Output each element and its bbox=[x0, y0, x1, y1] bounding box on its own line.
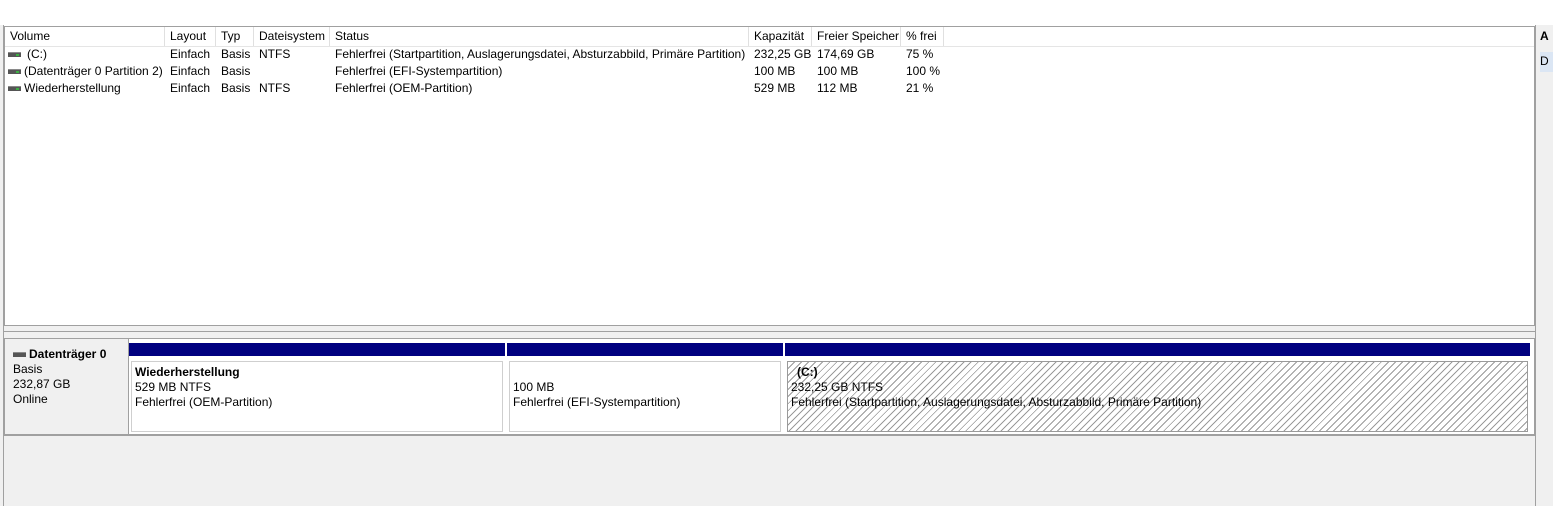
volume-icon bbox=[8, 52, 21, 57]
column-header-kapazitaet[interactable]: Kapazität bbox=[749, 27, 812, 46]
volume-layout: Einfach bbox=[170, 64, 211, 78]
volume-list[interactable]: Volume Layout Typ Dateisystem Status Kap… bbox=[4, 26, 1535, 326]
volume-status: Fehlerfrei (Startpartition, Auslagerungs… bbox=[335, 47, 746, 61]
partition-c-hatched: (C:) 232,25 GB NTFS Fehlerfrei (Startpar… bbox=[787, 361, 1528, 432]
partition-area: Wiederherstellung 529 MB NTFS Fehlerfrei… bbox=[128, 338, 1535, 435]
column-header-status[interactable]: Status bbox=[330, 27, 749, 46]
partition-name: Wiederherstellung bbox=[135, 365, 240, 379]
volume-freier-speicher: 100 MB bbox=[817, 64, 859, 78]
volume-kapazitaet: 100 MB bbox=[754, 64, 796, 78]
column-header-volume[interactable]: Volume bbox=[5, 27, 165, 46]
partition-bar bbox=[507, 343, 783, 356]
graph-divider bbox=[4, 435, 1535, 438]
volume-icon bbox=[8, 69, 21, 74]
disk-icon bbox=[13, 352, 26, 357]
volume-typ: Basis bbox=[221, 64, 251, 78]
partition-recovery[interactable]: Wiederherstellung 529 MB NTFS Fehlerfrei… bbox=[129, 343, 505, 432]
volume-status: Fehlerfrei (EFI-Systempartition) bbox=[335, 64, 503, 78]
partition-name bbox=[513, 365, 780, 380]
partition-size: 232,25 GB NTFS bbox=[791, 380, 884, 394]
volume-typ: Basis bbox=[221, 47, 251, 61]
disk-info-panel[interactable]: Datenträger 0 Basis 232,87 GB Online bbox=[4, 338, 128, 435]
volume-layout: Einfach bbox=[170, 47, 211, 61]
volume-name: Wiederherstellung bbox=[24, 81, 121, 95]
partition-status: Fehlerfrei (Startpartition, Auslagerungs… bbox=[791, 395, 1202, 409]
table-row[interactable]: (C:) Einfach Basis NTFS Fehlerfrei (Star… bbox=[5, 46, 1534, 63]
disk-graph-pane: Datenträger 0 Basis 232,87 GB Online Wie… bbox=[4, 332, 1535, 506]
volume-typ: Basis bbox=[221, 81, 251, 95]
column-header-layout[interactable]: Layout bbox=[165, 27, 216, 46]
volume-freier-speicher: 112 MB bbox=[817, 81, 858, 95]
column-header-prozent-frei[interactable]: % frei bbox=[901, 27, 944, 46]
partition-name: (C:) bbox=[797, 365, 818, 379]
partition-bar bbox=[129, 343, 505, 356]
volume-layout: Einfach bbox=[170, 81, 211, 95]
volume-kapazitaet: 529 MB bbox=[754, 81, 796, 95]
disk-state: Online bbox=[13, 392, 48, 406]
volume-prozent-frei: 100 % bbox=[906, 64, 941, 78]
partition-bar bbox=[785, 343, 1530, 356]
partition-size: 100 MB bbox=[513, 380, 555, 394]
disk-name: Datenträger 0 bbox=[29, 347, 107, 361]
volume-freier-speicher: 174,69 GB bbox=[817, 47, 875, 61]
actions-item[interactable]: D bbox=[1540, 52, 1553, 72]
partition-efi[interactable]: 100 MB Fehlerfrei (EFI-Systempartition) bbox=[507, 343, 783, 432]
volume-prozent-frei: 21 % bbox=[906, 81, 934, 95]
partition-status: Fehlerfrei (OEM-Partition) bbox=[135, 395, 273, 409]
volume-prozent-frei: 75 % bbox=[906, 47, 934, 61]
volume-kapazitaet: 232,25 GB bbox=[754, 47, 812, 61]
partition-size: 529 MB NTFS bbox=[135, 380, 212, 394]
actions-header: A bbox=[1540, 29, 1549, 43]
disk-size: 232,87 GB bbox=[13, 377, 71, 391]
volume-name: (C:) bbox=[27, 47, 47, 61]
column-header-freier-speicher[interactable]: Freier Speicher bbox=[812, 27, 901, 46]
volume-list-header: Volume Layout Typ Dateisystem Status Kap… bbox=[5, 27, 1534, 47]
partition-c[interactable]: (C:) 232,25 GB NTFS Fehlerfrei (Startpar… bbox=[785, 343, 1530, 432]
table-row[interactable]: (Datenträger 0 Partition 2) Einfach Basi… bbox=[5, 63, 1534, 80]
volume-dateisystem: NTFS bbox=[259, 47, 291, 61]
table-row[interactable]: Wiederherstellung Einfach Basis NTFS Feh… bbox=[5, 80, 1534, 97]
actions-pane bbox=[1535, 25, 1553, 506]
column-header-dateisystem[interactable]: Dateisystem bbox=[254, 27, 330, 46]
volume-icon bbox=[8, 86, 21, 91]
volume-status: Fehlerfrei (OEM-Partition) bbox=[335, 81, 473, 95]
volume-name: (Datenträger 0 Partition 2) bbox=[24, 64, 163, 78]
partition-status: Fehlerfrei (EFI-Systempartition) bbox=[513, 395, 681, 409]
volume-dateisystem: NTFS bbox=[259, 81, 291, 95]
column-header-typ[interactable]: Typ bbox=[216, 27, 254, 46]
disk-type: Basis bbox=[13, 362, 43, 376]
